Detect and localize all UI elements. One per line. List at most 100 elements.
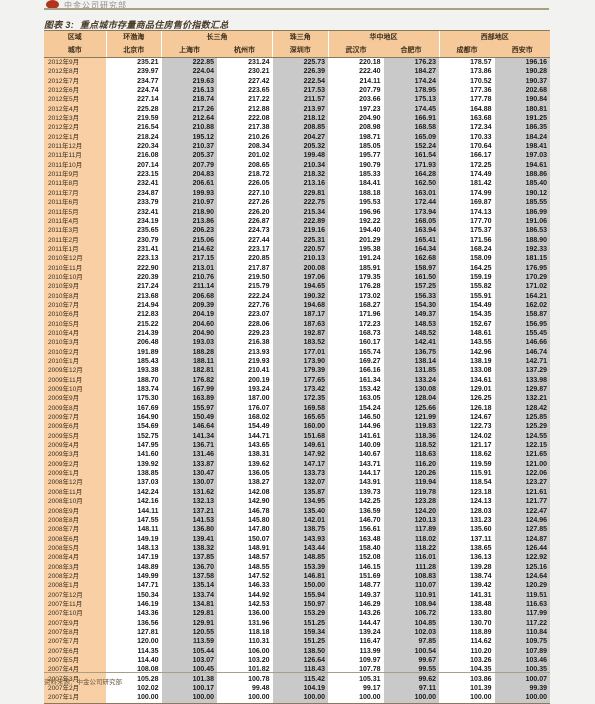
table-cell-value: 132.07 xyxy=(272,478,328,488)
table-cell-value: 116.63 xyxy=(494,599,550,610)
table-cell-value: 177.78 xyxy=(439,95,495,105)
table-cell-value: 136.00 xyxy=(217,609,273,619)
table-cell-value: 147.71 xyxy=(106,581,162,591)
table-cell-value: 134.81 xyxy=(161,599,217,610)
table-cell-value: 99.67 xyxy=(383,656,439,666)
table-cell-value: 119.59 xyxy=(439,459,495,470)
table-cell-value: 155.91 xyxy=(439,291,495,301)
table-cell-value: 196.16 xyxy=(494,57,550,68)
table-cell-value: 152.24 xyxy=(383,142,439,152)
table-cell-value: 163.48 xyxy=(328,534,384,544)
table-cell-value: 129.91 xyxy=(161,618,217,628)
table-cell-value: 141.60 xyxy=(106,450,162,460)
table-cell-value: 111.28 xyxy=(383,562,439,572)
table-cell-value: 120.29 xyxy=(494,581,550,591)
table-cell-value: 225.31 xyxy=(272,235,328,245)
table-cell-value: 147.17 xyxy=(272,459,328,470)
table-cell-value: 170.64 xyxy=(439,142,495,152)
table-row: 2009年10月 183.74 167.99 193.24 173.42 153.42 13… xyxy=(44,385,550,395)
table-cell-value: 118.36 xyxy=(383,431,439,442)
table-cell-value: 123.27 xyxy=(494,478,550,488)
table-cell-value: 168.02 xyxy=(217,413,273,423)
table-cell-value: 161.54 xyxy=(383,151,439,161)
table-city-header: 合肥市 xyxy=(383,44,439,58)
table-cell-value: 130.07 xyxy=(161,478,217,488)
table-row-period: 2007年12月 xyxy=(44,590,106,600)
table-cell-value: 131.46 xyxy=(161,450,217,460)
table-cell-value: 142.08 xyxy=(217,487,273,498)
table-cell-value: 172.25 xyxy=(439,160,495,171)
table-cell-value: 170.52 xyxy=(439,76,495,87)
table-cell-value: 114.62 xyxy=(439,637,495,647)
table-cell-value: 146.70 xyxy=(328,515,384,526)
table-cell-value: 183.74 xyxy=(106,385,162,395)
table-cell-value: 210.88 xyxy=(161,123,217,133)
table-row-period: 2012年5月 xyxy=(44,95,106,105)
table-cell-value: 137.21 xyxy=(161,506,217,516)
table-cell-value: 230.21 xyxy=(217,67,273,77)
table-cell-value: 171.56 xyxy=(439,235,495,245)
table-row: 2008年2月 149.99 137.58 147.52 146.81 151.69 108… xyxy=(44,571,550,582)
table-cell-value: 168.27 xyxy=(328,300,384,311)
table-cell-value: 185.40 xyxy=(494,179,550,189)
table-cell-value: 199.48 xyxy=(272,151,328,161)
table-cell-value: 142.25 xyxy=(328,497,384,507)
table-cell-value: 164.88 xyxy=(439,104,495,115)
table-cell-value: 138.14 xyxy=(383,357,439,367)
table-cell-value: 118.62 xyxy=(439,450,495,460)
table-row: 2010年9月 217.24 211.14 215.79 194.65 176.28 157… xyxy=(44,282,550,292)
table-cell-value: 121.17 xyxy=(439,441,495,451)
table-row: 2011年9月 223.15 204.83 218.72 218.32 185.33 164… xyxy=(44,170,550,180)
table-row: 2008年3月 148.89 136.70 148.55 153.39 146.15 111… xyxy=(44,562,550,572)
table-cell-value: 186.35 xyxy=(494,123,550,133)
table-cell-value: 204.19 xyxy=(161,310,217,320)
table-cell-value: 172.34 xyxy=(439,123,495,133)
table-cell-value: 118.63 xyxy=(383,450,439,460)
table-cell-value: 147.95 xyxy=(106,441,162,451)
table-cell-value: 197.03 xyxy=(494,151,550,161)
table-cell-value: 176.82 xyxy=(161,375,217,386)
table-cell-value: 146.33 xyxy=(217,581,273,591)
table-cell-value: 110.20 xyxy=(439,646,495,656)
table-cell-value: 226.87 xyxy=(217,216,273,227)
price-index-table: 区域 环渤海 长三角 珠三角 华中地区 西部地区 城市 北京市 上海市 杭州市 深圳市 武汉市 合肥市… xyxy=(44,30,550,704)
table-cell-value: 142.16 xyxy=(106,497,162,507)
table-cell-value: 138.32 xyxy=(161,543,217,554)
table-cell-value: 147.52 xyxy=(217,571,273,582)
table-row-period: 2009年11月 xyxy=(44,375,106,386)
table-cell-value: 155.45 xyxy=(494,328,550,339)
table-cell-value: 139.42 xyxy=(439,581,495,591)
table-cell-value: 128.03 xyxy=(439,506,495,516)
table-row-period: 2007年10月 xyxy=(44,609,106,619)
table-cell-value: 151.68 xyxy=(272,431,328,442)
table-row: 2010年7月 214.94 209.39 227.76 194.68 168.27 154… xyxy=(44,300,550,311)
table-row: 2008年12月 137.03 130.07 138.27 132.07 143.91 11… xyxy=(44,478,550,488)
table-cell-value: 131.62 xyxy=(161,487,217,498)
table-cell-value: 104.35 xyxy=(439,665,495,675)
table-row: 2010年1月 185.43 188.11 219.93 173.90 169.27 138… xyxy=(44,357,550,367)
table-cell-value: 210.13 xyxy=(272,254,328,264)
table-row-period: 2008年9月 xyxy=(44,506,106,516)
table-cell-value: 188.18 xyxy=(328,188,384,199)
table-cell-value: 114.35 xyxy=(106,646,162,656)
table-row: 2007年6月 114.35 105.44 106.00 138.50 113.99 100… xyxy=(44,646,550,656)
table-cell-value: 163.68 xyxy=(439,114,495,124)
table-cell-value: 188.90 xyxy=(494,235,550,245)
table-cell-value: 186.99 xyxy=(494,207,550,217)
table-row-period: 2007年7月 xyxy=(44,637,106,647)
table-cell-value: 119.94 xyxy=(383,478,439,488)
table-cell-value: 152.67 xyxy=(439,319,495,329)
table-cell-value: 175.30 xyxy=(106,394,162,404)
table-cell-value: 122.15 xyxy=(494,441,550,451)
table-cell-value: 162.68 xyxy=(383,254,439,264)
table-cell-value: 126.25 xyxy=(439,394,495,404)
table-cell-value: 207.14 xyxy=(106,160,162,171)
table-cell-value: 165.09 xyxy=(383,132,439,143)
table-cell-value: 222.75 xyxy=(272,198,328,208)
table-cell-value: 206.23 xyxy=(161,226,217,236)
table-cell-value: 136.13 xyxy=(439,553,495,563)
table-cell-value: 218.74 xyxy=(161,95,217,105)
table-cell-value: 163.94 xyxy=(383,226,439,236)
table-cell-value: 184.41 xyxy=(328,179,384,189)
table-cell-value: 146.74 xyxy=(494,347,550,357)
